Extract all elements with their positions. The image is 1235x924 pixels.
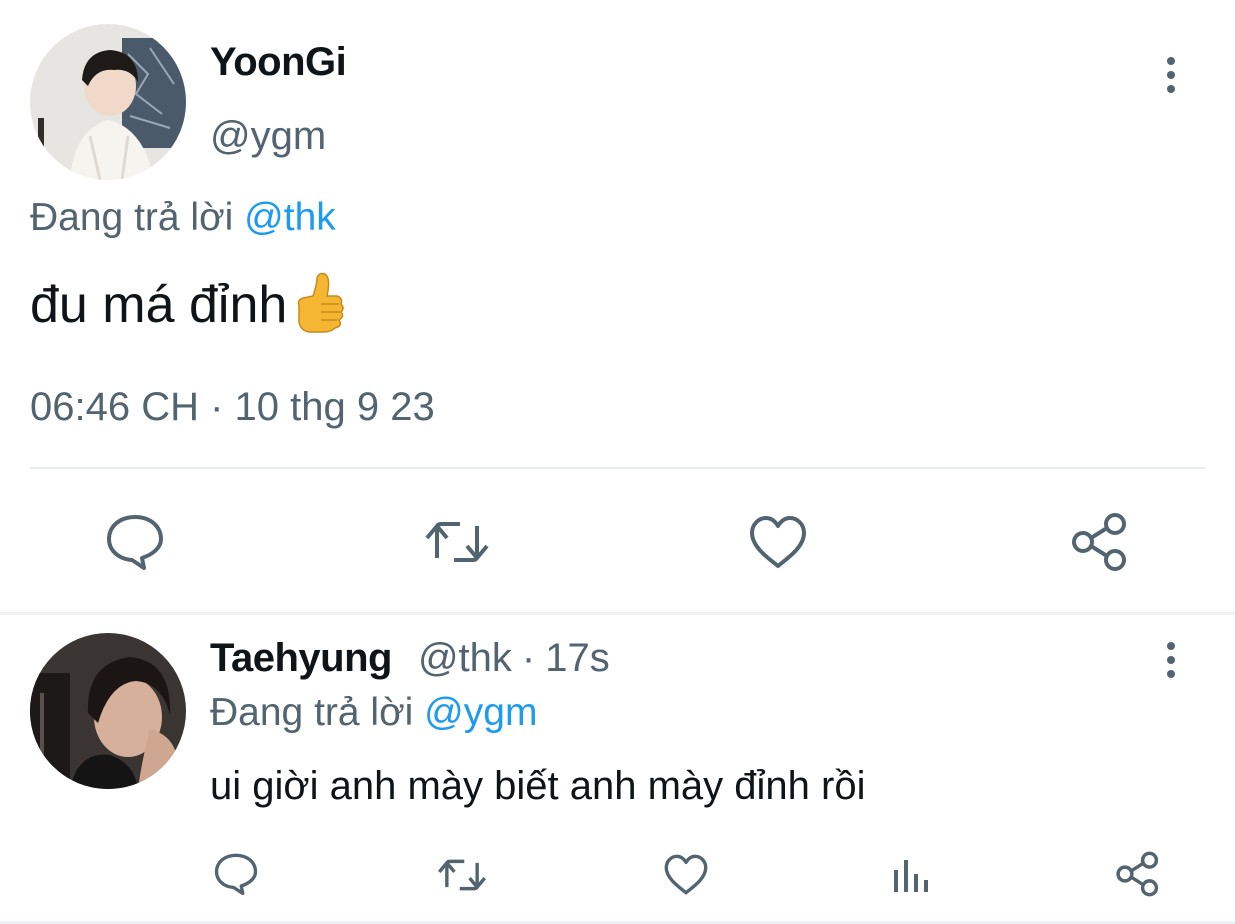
reply-icon[interactable] xyxy=(214,853,258,895)
like-icon[interactable] xyxy=(664,854,708,895)
replying-label: Đang trả lời xyxy=(210,691,425,734)
divider xyxy=(30,467,1205,469)
reply-icon[interactable] xyxy=(106,514,164,570)
replying-to: Đang trả lời @thk xyxy=(30,196,336,240)
tweet-text-content: đu má đỉnh xyxy=(30,276,288,334)
retweet-icon[interactable] xyxy=(424,516,490,568)
main-tweet: YoonGi @ygm Đang trả lời @thk đu má đỉnh… xyxy=(0,0,1235,614)
mention-link[interactable]: @ygm xyxy=(424,691,537,734)
author-name[interactable]: Taehyung xyxy=(210,636,392,681)
mention-link[interactable]: @thk xyxy=(244,196,336,239)
retweet-icon[interactable] xyxy=(437,855,487,895)
share-icon[interactable] xyxy=(1070,512,1130,572)
section-divider xyxy=(0,612,1235,615)
replying-to: Đang trả lời @ygm xyxy=(210,691,537,735)
more-options-icon[interactable] xyxy=(1159,638,1183,682)
reply-header: Taehyung @thk · 17s xyxy=(210,636,610,681)
tweet-time[interactable]: 17s xyxy=(545,636,610,681)
avatar[interactable] xyxy=(30,633,186,789)
tweet-timestamp[interactable]: 06:46 CH · 10 thg 9 23 xyxy=(30,385,435,430)
thumbs-up-icon xyxy=(291,270,345,340)
analytics-icon[interactable] xyxy=(892,854,932,894)
share-icon[interactable] xyxy=(1115,851,1161,897)
replying-label: Đang trả lời xyxy=(30,196,245,239)
tweet-text: ui giời anh mày biết anh mày đỉnh rồi xyxy=(210,764,866,808)
author-handle[interactable]: @thk xyxy=(418,636,512,681)
avatar[interactable] xyxy=(30,24,186,180)
like-icon[interactable] xyxy=(749,515,807,569)
tweet-text: đu má đỉnh xyxy=(30,270,345,340)
author-name[interactable]: YoonGi xyxy=(210,40,347,85)
author-handle[interactable]: @ygm xyxy=(210,114,326,159)
more-options-icon[interactable] xyxy=(1159,53,1183,97)
separator-dot: · xyxy=(521,636,536,680)
